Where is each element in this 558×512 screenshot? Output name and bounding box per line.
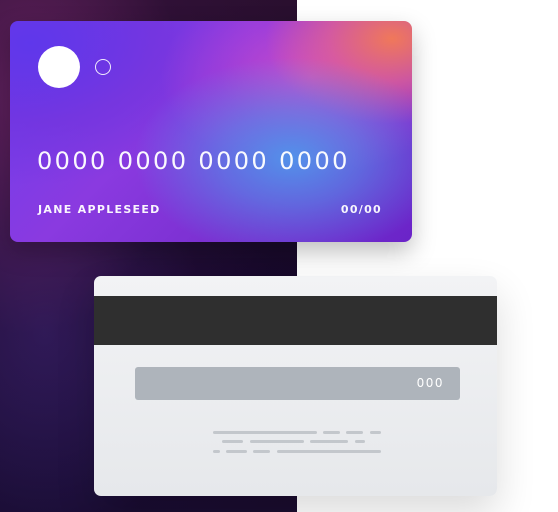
card-front: 0000 0000 0000 0000 JANE APPLESEED 00/00 [10, 21, 412, 242]
cardholder-name: JANE APPLESEED [38, 203, 161, 216]
magnetic-stripe [94, 296, 497, 345]
fine-print-line [346, 431, 363, 434]
fine-print-line [253, 450, 270, 453]
fine-print-line [277, 450, 381, 453]
card-cvc: 000 [416, 376, 444, 390]
fine-print-line [355, 440, 365, 443]
fine-print-line [213, 450, 220, 453]
signature-strip: 000 [135, 367, 460, 400]
fine-print-line [222, 440, 243, 443]
fine-print-line [310, 440, 348, 443]
card-logo-circle-filled [38, 46, 80, 88]
fine-print-line [323, 431, 340, 434]
card-details-illustration: 000 0000 0000 0000 0000 JANE APPLESEED 0… [0, 0, 558, 512]
fine-print-line [213, 431, 317, 434]
fine-print-line [226, 450, 247, 453]
fine-print-line [250, 440, 304, 443]
card-logo-circle-outline [95, 59, 111, 75]
card-expiry-date: 00/00 [340, 203, 382, 216]
fine-print-line [370, 431, 381, 434]
card-back: 000 [94, 276, 497, 496]
card-number: 0000 0000 0000 0000 [37, 147, 350, 175]
